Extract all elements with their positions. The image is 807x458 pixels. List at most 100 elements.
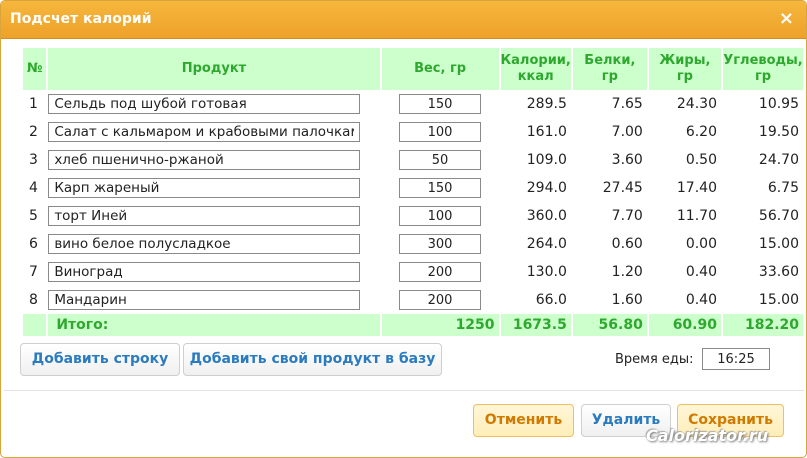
header-weight: Вес, гр: [381, 48, 499, 90]
header-calories-line2: ккал: [517, 69, 554, 84]
product-input[interactable]: [48, 122, 361, 142]
product-cell: [48, 90, 379, 118]
product-cell: [48, 286, 379, 314]
product-input[interactable]: [48, 94, 361, 114]
table-row: 6 264.0 0.60 0.00 15.00: [23, 230, 803, 258]
header-calories: Калории, ккал: [500, 48, 571, 90]
header-protein-line1: Белки,: [584, 53, 636, 68]
header-protein-line2: гр: [601, 69, 618, 84]
row-number: 8: [29, 292, 38, 308]
calories-value: 66.0: [535, 292, 567, 308]
protein-value: 3.60: [611, 152, 643, 168]
weight-input[interactable]: [399, 234, 482, 254]
product-input[interactable]: [48, 262, 361, 282]
watermark: Calorizator.ru: [646, 426, 769, 445]
cancel-button[interactable]: Отменить: [473, 404, 574, 437]
row-number: 2: [29, 124, 38, 140]
add-product-button[interactable]: Добавить свой продукт в базу: [183, 343, 442, 376]
calories-value: 294.0: [526, 180, 567, 196]
calorie-table: № Продукт Вес, гр Калории, ккал Белки, г…: [21, 48, 805, 336]
calories-value: 161.0: [526, 124, 567, 140]
fat-value: 24.30: [676, 96, 717, 112]
calories-value: 130.0: [526, 264, 567, 280]
header-fat: Жиры, гр: [648, 48, 721, 90]
product-cell: [48, 258, 379, 286]
weight-cell: [382, 258, 499, 286]
protein-value: 27.45: [602, 180, 643, 196]
header-product: Продукт: [48, 48, 380, 90]
weight-cell: [382, 118, 499, 146]
total-row: Итого: 1250 1673.5 56.80 60.90 182.20: [23, 314, 803, 336]
add-row-button[interactable]: Добавить строку: [20, 343, 180, 376]
total-protein: 56.80: [572, 314, 647, 336]
weight-input[interactable]: [399, 94, 482, 114]
header-protein: Белки, гр: [572, 48, 647, 90]
carbs-value: 15.00: [758, 292, 799, 308]
total-calories: 1673.5: [500, 314, 571, 336]
protein-value: 7.00: [611, 124, 643, 140]
table-row: 5 360.0 7.70 11.70 56.70: [23, 202, 803, 230]
product-input[interactable]: [48, 150, 361, 170]
protein-value: 1.60: [611, 292, 643, 308]
row-number: 6: [29, 236, 38, 252]
protein-value: 7.65: [611, 96, 643, 112]
header-calories-line1: Калории,: [500, 53, 571, 68]
product-input[interactable]: [48, 290, 361, 310]
protein-value: 0.60: [611, 236, 643, 252]
product-cell: [48, 118, 379, 146]
carbs-value: 15.00: [758, 236, 799, 252]
row-number: 7: [29, 264, 38, 280]
meal-time-label: Время еды:: [615, 352, 694, 367]
carbs-value: 33.60: [758, 264, 799, 280]
carbs-value: 24.70: [758, 152, 799, 168]
dialog-title: Подсчет калорий: [10, 11, 152, 27]
weight-cell: [382, 286, 499, 314]
weight-input[interactable]: [399, 150, 482, 170]
calories-value: 264.0: [526, 236, 567, 252]
weight-input[interactable]: [399, 122, 482, 142]
total-spacer: [23, 314, 47, 336]
dialog-titlebar: Подсчет калорий ×: [1, 1, 806, 39]
header-fat-line1: Жиры,: [659, 53, 711, 68]
weight-input[interactable]: [399, 262, 482, 282]
fat-value: 11.70: [676, 208, 717, 224]
close-icon[interactable]: ×: [779, 9, 794, 29]
product-input[interactable]: [48, 234, 361, 254]
fat-value: 6.20: [685, 124, 717, 140]
fat-value: 17.40: [676, 180, 717, 196]
weight-cell: [382, 90, 499, 118]
weight-input[interactable]: [399, 290, 482, 310]
carbs-value: 19.50: [758, 124, 799, 140]
header-num: №: [23, 48, 47, 90]
total-carbs: 182.20: [722, 314, 803, 336]
weight-cell: [382, 146, 499, 174]
fat-value: 0.00: [685, 236, 717, 252]
weight-input[interactable]: [399, 206, 482, 226]
header-carbs-line2: гр: [754, 69, 772, 84]
product-cell: [48, 230, 379, 258]
total-weight: 1250: [381, 314, 499, 336]
protein-value: 7.70: [611, 208, 643, 224]
row-number: 4: [29, 180, 38, 196]
table-row: 7 130.0 1.20 0.40 33.60: [23, 258, 803, 286]
product-cell: [48, 202, 379, 230]
total-fat: 60.90: [648, 314, 721, 336]
carbs-value: 6.75: [767, 180, 799, 196]
weight-input[interactable]: [399, 178, 482, 198]
calories-value: 109.0: [526, 152, 567, 168]
row-number: 5: [29, 208, 38, 224]
header-carbs: Углеводы, гр: [722, 48, 803, 90]
header-fat-line2: гр: [676, 69, 693, 84]
header-carbs-line1: Углеводы,: [723, 53, 803, 68]
table-row: 1 289.5 7.65 24.30 10.95: [23, 90, 803, 118]
product-input[interactable]: [48, 178, 361, 198]
product-cell: [48, 174, 379, 202]
fat-value: 0.40: [685, 264, 717, 280]
protein-value: 1.20: [611, 264, 643, 280]
fat-value: 0.50: [685, 152, 717, 168]
product-input[interactable]: [48, 206, 361, 226]
calories-value: 289.5: [526, 96, 567, 112]
calories-value: 360.0: [526, 208, 567, 224]
carbs-value: 10.95: [758, 96, 799, 112]
meal-time-input[interactable]: [702, 348, 770, 370]
